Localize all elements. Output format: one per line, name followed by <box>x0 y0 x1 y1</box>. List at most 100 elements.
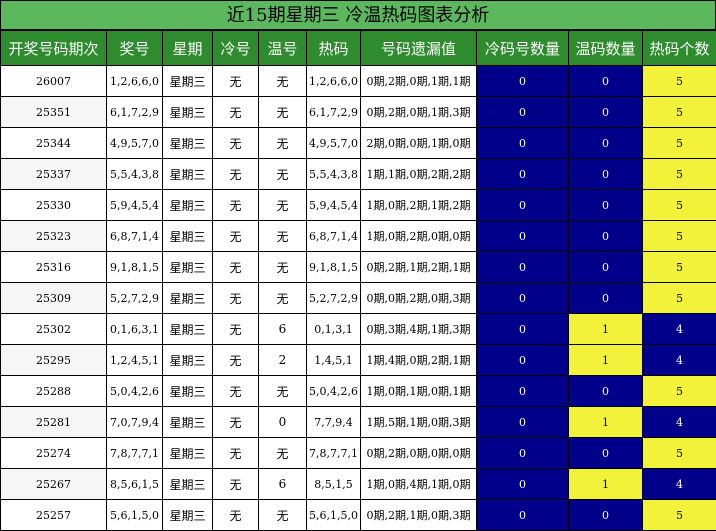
cell-hot: 5,2,7,2,9 <box>306 282 361 314</box>
cell-issue: 25267 <box>0 468 107 500</box>
chart-page: 近15期星期三 冷温热码图表分析 开奖号码期次 奖号 星期 冷号 温号 热码 号… <box>0 0 716 531</box>
cell-hot: 0,1,3,1 <box>306 313 361 345</box>
cell-award: 6,1,7,2,9 <box>106 96 163 128</box>
cell-issue: 25344 <box>0 127 107 159</box>
cell-award: 1,2,4,5,1 <box>106 344 163 376</box>
cell-cold-count: 0 <box>476 406 569 438</box>
cell-hot: 8,5,1,5 <box>306 468 361 500</box>
cell-hot: 9,1,8,1,5 <box>306 251 361 283</box>
cell-hot-count: 5 <box>642 96 716 128</box>
cell-weekday: 星期三 <box>162 189 213 221</box>
cell-cold-count: 0 <box>476 499 569 531</box>
cell-warm-count: 0 <box>568 96 643 128</box>
cell-weekday: 星期三 <box>162 313 213 345</box>
header-issue: 开奖号码期次 <box>0 30 107 66</box>
cell-hot-count: 5 <box>642 282 716 314</box>
cell-hot: 5,5,4,3,8 <box>306 158 361 190</box>
cell-issue: 25309 <box>0 282 107 314</box>
cell-cold: 无 <box>212 406 259 438</box>
cell-issue: 25316 <box>0 251 107 283</box>
cell-hot: 1,4,5,1 <box>306 344 361 376</box>
cell-cold: 无 <box>212 96 259 128</box>
cell-miss: 1期,0期,2期,0期,0期 <box>360 220 477 252</box>
cell-warm-count: 1 <box>568 344 643 376</box>
cell-issue: 25351 <box>0 96 107 128</box>
cell-miss: 0期,2期,0期,0期,0期 <box>360 437 477 469</box>
cell-award: 5,0,4,2,6 <box>106 375 163 407</box>
cell-award: 1,2,6,6,0 <box>106 65 163 97</box>
cell-weekday: 星期三 <box>162 127 213 159</box>
table-row: 25337 5,5,4,3,8 星期三无无 5,5,4,3,8 1期,1期,0期,2期,… <box>0 158 716 190</box>
table-row: 25288 5,0,4,2,6 星期三无无 5,0,4,2,6 1期,0期,1期,0期,… <box>0 375 716 407</box>
cell-hot: 6,8,7,1,4 <box>306 220 361 252</box>
cell-cold-count: 0 <box>476 158 569 190</box>
header-row: 开奖号码期次 奖号 星期 冷号 温号 热码 号码遗漏值 冷码号数量 温码数量 热… <box>0 30 716 66</box>
cell-warm: 6 <box>258 313 307 345</box>
cell-issue: 26007 <box>0 65 107 97</box>
table-row: 25302 0,1,6,3,1 星期三无 6 0,1,3,1 0期,3期,4期,1期,3期… <box>0 313 716 345</box>
header-miss: 号码遗漏值 <box>360 30 477 66</box>
cell-award: 5,9,4,5,4 <box>106 189 163 221</box>
table-row: 25330 5,9,4,5,4 星期三无无 5,9,4,5,4 1期,0期,2期,1期,… <box>0 189 716 221</box>
cell-hot-count: 5 <box>642 375 716 407</box>
cell-cold: 无 <box>212 313 259 345</box>
cell-hot-count: 4 <box>642 313 716 345</box>
header-hot: 热码 <box>306 30 361 66</box>
cell-weekday: 星期三 <box>162 65 213 97</box>
cell-weekday: 星期三 <box>162 375 213 407</box>
cell-warm-count: 1 <box>568 406 643 438</box>
table-row: 25281 7,0,7,9,4 星期三无 0 7,7,9,4 1期,5期,1期,0期,3期… <box>0 406 716 438</box>
cell-warm: 无 <box>258 96 307 128</box>
cell-issue: 25330 <box>0 189 107 221</box>
cell-hot-count: 5 <box>642 65 716 97</box>
cell-weekday: 星期三 <box>162 468 213 500</box>
cell-hot: 4,9,5,7,0 <box>306 127 361 159</box>
cell-cold-count: 0 <box>476 437 569 469</box>
cell-hot: 7,7,9,4 <box>306 406 361 438</box>
cell-issue: 25288 <box>0 375 107 407</box>
cell-issue: 25337 <box>0 158 107 190</box>
cell-cold: 无 <box>212 127 259 159</box>
cell-cold-count: 0 <box>476 313 569 345</box>
cell-miss: 0期,2期,0期,1期,3期 <box>360 96 477 128</box>
cell-cold-count: 0 <box>476 468 569 500</box>
header-cold: 冷号 <box>212 30 259 66</box>
table-row: 25351 6,1,7,2,9 星期三无无 6,1,7,2,9 0期,2期,0期,1期,… <box>0 96 716 128</box>
cell-warm: 无 <box>258 189 307 221</box>
cell-hot-count: 5 <box>642 220 716 252</box>
cell-hot-count: 4 <box>642 406 716 438</box>
cell-award: 5,5,4,3,8 <box>106 158 163 190</box>
cell-warm-count: 0 <box>568 499 643 531</box>
table-row: 25295 1,2,4,5,1 星期三无 2 1,4,5,1 1期,4期,0期,2期,1期… <box>0 344 716 376</box>
cell-miss: 0期,0期,2期,0期,3期 <box>360 282 477 314</box>
cell-warm: 无 <box>258 65 307 97</box>
cell-hot-count: 5 <box>642 158 716 190</box>
cell-award: 7,8,7,7,1 <box>106 437 163 469</box>
cell-warm-count: 1 <box>568 468 643 500</box>
cell-cold-count: 0 <box>476 127 569 159</box>
cell-warm: 无 <box>258 437 307 469</box>
cell-warm: 无 <box>258 282 307 314</box>
cell-issue: 25295 <box>0 344 107 376</box>
cell-cold: 无 <box>212 499 259 531</box>
cell-award: 5,2,7,2,9 <box>106 282 163 314</box>
cell-warm: 无 <box>258 251 307 283</box>
cell-warm-count: 0 <box>568 282 643 314</box>
cell-weekday: 星期三 <box>162 437 213 469</box>
cell-weekday: 星期三 <box>162 406 213 438</box>
cell-hot: 5,9,4,5,4 <box>306 189 361 221</box>
table-row: 26007 1,2,6,6,0 星期三无无 1,2,6,6,0 0期,2期,0期,1期,… <box>0 65 716 97</box>
cell-cold-count: 0 <box>476 375 569 407</box>
cell-warm-count: 0 <box>568 65 643 97</box>
cell-cold: 无 <box>212 65 259 97</box>
cell-warm-count: 0 <box>568 158 643 190</box>
cell-award: 6,8,7,1,4 <box>106 220 163 252</box>
cell-warm-count: 0 <box>568 189 643 221</box>
cell-cold-count: 0 <box>476 251 569 283</box>
cell-warm-count: 1 <box>568 313 643 345</box>
cell-warm: 6 <box>258 468 307 500</box>
cell-warm: 0 <box>258 406 307 438</box>
cell-cold: 无 <box>212 158 259 190</box>
cell-award: 5,6,1,5,0 <box>106 499 163 531</box>
cell-hot-count: 5 <box>642 251 716 283</box>
